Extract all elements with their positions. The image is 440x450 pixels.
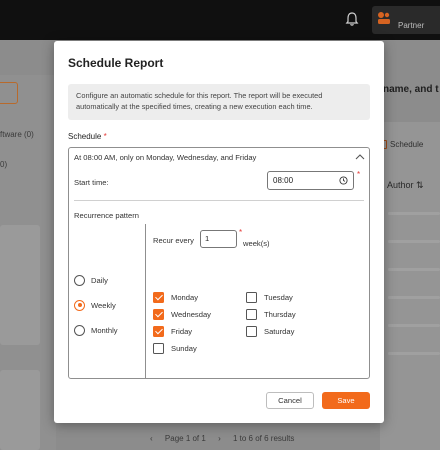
author-header-label: Author (387, 180, 414, 190)
dialog-title: Schedule Report (68, 56, 164, 70)
background-schedule-link: Schedule (378, 140, 424, 149)
pager-page-label: Page 1 of 1 (164, 434, 206, 443)
background-button (0, 82, 18, 104)
radio-circle[interactable] (74, 299, 85, 311)
background-table-row (388, 324, 440, 327)
partner-label: Partner (398, 21, 425, 30)
checkbox[interactable] (246, 308, 257, 320)
radio-daily[interactable]: Daily (74, 274, 108, 286)
background-table-row (388, 240, 440, 243)
day-label: Saturday (264, 326, 295, 336)
day-label: Tuesday (264, 292, 293, 302)
clock-icon[interactable] (339, 176, 348, 185)
recur-unit-label: week(s) (243, 239, 270, 248)
start-time-label: Start time: (74, 178, 109, 187)
background-title: name, and t (383, 84, 439, 95)
background-pager: ‹ Page 1 of 1 › 1 to 6 of 6 results (150, 434, 304, 443)
start-time-value: 08:00 (273, 176, 294, 185)
day-saturday[interactable]: Saturday (246, 325, 294, 337)
day-tuesday[interactable]: Tuesday (246, 291, 293, 303)
schedule-report-dialog: Schedule Report Configure an automatic s… (54, 41, 384, 423)
info-box: Configure an automatic schedule for this… (68, 84, 370, 120)
background-author-header: Author ⇅ (387, 180, 424, 191)
sort-icon: ⇅ (416, 180, 424, 190)
day-wednesday[interactable]: Wednesday (153, 308, 211, 320)
recurrence-label: Recurrence pattern (74, 211, 140, 220)
schedule-summary[interactable]: At 08:00 AM, only on Monday, Wednesday, … (74, 153, 256, 162)
checkbox[interactable] (246, 325, 257, 337)
schedule-label-text: Schedule (68, 132, 102, 141)
schedule-label: Schedule * (68, 132, 107, 141)
bell-icon[interactable] (345, 11, 359, 27)
background-table-row (388, 268, 440, 271)
pager-next: › (218, 434, 221, 443)
divider (145, 224, 146, 379)
radio-label: Daily (91, 275, 108, 285)
checkbox[interactable] (153, 342, 164, 354)
checkbox[interactable] (246, 291, 257, 303)
background-card (0, 370, 40, 450)
day-monday[interactable]: Monday (153, 291, 198, 303)
day-label: Friday (171, 326, 193, 336)
background-left-item: 0) (0, 160, 8, 169)
cancel-button[interactable]: Cancel (266, 392, 314, 409)
radio-monthly[interactable]: Monthly (74, 324, 118, 336)
start-time-input[interactable]: 08:00 (267, 171, 354, 190)
checkbox[interactable] (153, 291, 164, 303)
day-label: Sunday (171, 343, 197, 353)
background-table-row (388, 296, 440, 299)
checkbox[interactable] (153, 308, 164, 320)
required-marker: * (239, 228, 243, 237)
radio-circle[interactable] (74, 324, 85, 336)
background-table-row (388, 352, 440, 355)
background-table-row (388, 212, 440, 215)
schedule-panel: At 08:00 AM, only on Monday, Wednesday, … (68, 147, 370, 379)
background-schedule-label: Schedule (390, 140, 424, 149)
checkbox[interactable] (153, 325, 164, 337)
day-label: Thursday (264, 309, 296, 319)
day-thursday[interactable]: Thursday (246, 308, 296, 320)
background-left-item: ftware (0) (0, 130, 34, 139)
recur-every-input[interactable]: 1 (200, 230, 237, 248)
required-marker: * (103, 132, 107, 141)
day-label: Wednesday (171, 309, 211, 319)
day-label: Monday (171, 292, 199, 302)
radio-label: Monthly (91, 325, 118, 335)
radio-weekly[interactable]: Weekly (74, 299, 116, 311)
chevron-up-icon[interactable] (355, 153, 365, 161)
background-right-panel (380, 122, 440, 450)
day-friday[interactable]: Friday (153, 325, 192, 337)
partner-switcher[interactable]: Partner (372, 6, 440, 34)
day-sunday[interactable]: Sunday (153, 342, 197, 354)
radio-circle[interactable] (74, 274, 85, 286)
divider (74, 200, 364, 201)
radio-label: Weekly (91, 300, 116, 310)
pager-results: 1 to 6 of 6 results (232, 434, 295, 443)
background-card (0, 225, 40, 345)
save-button[interactable]: Save (322, 392, 370, 409)
top-bar: Partner (0, 0, 440, 40)
pager-prev: ‹ (150, 434, 153, 443)
partner-logo-icon (378, 12, 390, 24)
recur-every-label: Recur every (153, 236, 194, 245)
required-marker: * (357, 170, 361, 179)
